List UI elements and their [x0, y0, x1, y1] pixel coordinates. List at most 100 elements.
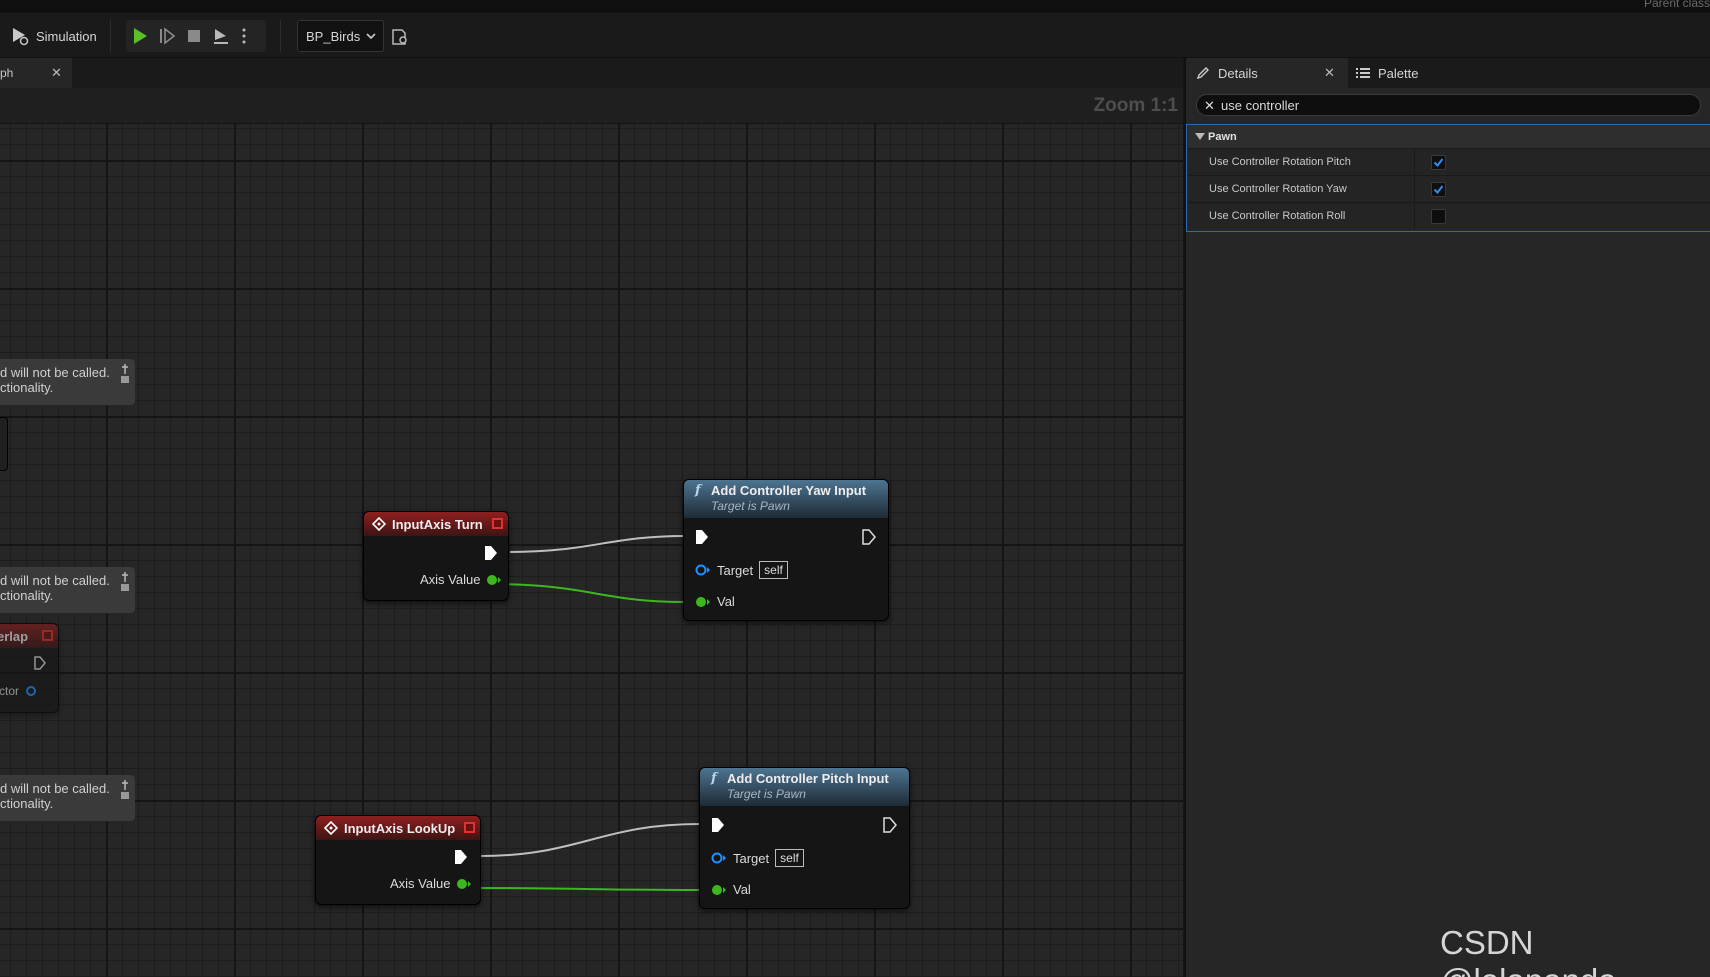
pin-label: Axis Value	[420, 572, 481, 587]
event-diamond-icon	[324, 821, 338, 835]
tab-details[interactable]: Details ✕	[1186, 58, 1348, 88]
property-label: Use Controller Rotation Pitch	[1209, 156, 1351, 168]
property-row: Use Controller Rotation Yaw	[1188, 175, 1710, 203]
eject-icon	[213, 29, 228, 44]
clear-search-icon[interactable]: ✕	[1204, 98, 1215, 114]
node-title: InputAxis LookUp	[344, 820, 456, 836]
inputaxis-lookup-node[interactable]: InputAxis LookUp Axis Value	[315, 815, 481, 905]
category-label: Pawn	[1208, 130, 1237, 143]
exec-pin-icon[interactable]	[484, 545, 498, 561]
object-pin-icon[interactable]	[711, 852, 727, 864]
frame-advance-button[interactable]	[153, 20, 180, 52]
pin-label: Target	[733, 850, 770, 866]
frame-advance-icon	[159, 27, 175, 45]
property-label: Use Controller Rotation Roll	[1209, 210, 1346, 222]
property-row: Use Controller Rotation Pitch	[1188, 148, 1710, 176]
watermark-text: CSDN @lalapanda	[1440, 924, 1617, 977]
add-controller-pitch-input-node[interactable]: f Add Controller Pitch Input Target is P…	[699, 767, 910, 909]
play-controls	[126, 20, 266, 52]
target-pin-row: Target self	[711, 849, 804, 867]
more-options-button[interactable]	[234, 20, 254, 52]
toolbar-divider	[280, 20, 281, 52]
float-pin-icon[interactable]	[486, 574, 502, 586]
tab-label: Details	[1218, 65, 1258, 81]
delegate-pin-icon[interactable]	[464, 822, 475, 833]
column-divider[interactable]	[1414, 149, 1415, 176]
palette-list-icon	[1356, 68, 1370, 78]
float-wire	[487, 583, 686, 603]
stop-icon	[187, 30, 200, 42]
node-title: InputAxis Turn	[392, 516, 483, 532]
checkmark-icon	[1433, 185, 1444, 195]
eject-button[interactable]	[207, 20, 234, 52]
main-toolbar: Simulation BP_Birds	[0, 14, 1710, 58]
column-divider[interactable]	[1414, 203, 1415, 230]
pin-label: Val	[717, 594, 735, 609]
simulation-button[interactable]: Simulation	[6, 22, 101, 50]
collapse-triangle-icon[interactable]	[1195, 133, 1205, 140]
title-strip: Parent class	[0, 0, 1710, 14]
event-graph-canvas[interactable]: ph ✕ Zoom 1:1 d will not be called. ctio…	[0, 58, 1183, 977]
tab-label: Palette	[1378, 65, 1419, 81]
add-controller-yaw-input-node[interactable]: f Add Controller Yaw Input Target is Paw…	[683, 479, 889, 621]
debug-object-dropdown[interactable]: BP_Birds	[297, 20, 384, 52]
play-icon	[133, 28, 147, 44]
use-controller-rotation-yaw-checkbox[interactable]	[1431, 182, 1446, 197]
use-controller-rotation-pitch-checkbox[interactable]	[1431, 155, 1446, 170]
graph-wires	[457, 535, 701, 891]
tab-palette[interactable]: Palette	[1356, 58, 1418, 88]
function-icon: f	[711, 771, 717, 786]
more-options-icon	[242, 28, 246, 44]
dropdown-value: BP_Birds	[306, 28, 361, 44]
exec-out-pin-icon[interactable]	[862, 529, 876, 545]
axis-value-pin-row: Axis Value	[420, 572, 502, 587]
node-title: Add Controller Yaw Input	[711, 483, 867, 498]
pin-label: Target	[717, 562, 754, 578]
object-pin-icon[interactable]	[695, 564, 711, 576]
simulation-label: Simulation	[36, 28, 97, 44]
play-button[interactable]	[126, 20, 153, 52]
exec-pin-icon[interactable]	[454, 849, 468, 865]
float-pin-icon[interactable]	[711, 884, 727, 896]
pin-label: Axis Value	[390, 876, 451, 891]
property-row: Use Controller Rotation Roll	[1188, 202, 1710, 230]
target-default-value[interactable]: self	[775, 849, 804, 867]
stop-button[interactable]	[180, 20, 207, 52]
exec-out-pin-icon[interactable]	[883, 817, 897, 833]
target-pin-row: Target self	[695, 561, 788, 579]
float-pin-icon[interactable]	[695, 596, 711, 608]
inputaxis-turn-node[interactable]: InputAxis Turn Axis Value	[363, 511, 509, 601]
target-default-value[interactable]: self	[759, 561, 788, 579]
val-pin-row: Val	[711, 882, 751, 897]
property-label: Use Controller Rotation Yaw	[1209, 183, 1347, 195]
search-value: use controller	[1221, 97, 1300, 113]
column-divider[interactable]	[1414, 176, 1415, 203]
debug-object-icon[interactable]	[390, 27, 410, 47]
parent-class-label: Parent class	[1643, 0, 1710, 10]
details-panel: Details ✕ Palette ✕ use controller Pawn …	[1184, 58, 1710, 977]
axis-value-pin-row: Axis Value	[390, 876, 472, 891]
checkmark-icon	[1433, 158, 1444, 168]
exec-wire	[509, 535, 686, 553]
details-tab-bar: Details ✕ Palette	[1186, 58, 1710, 88]
delegate-pin-icon[interactable]	[492, 518, 503, 529]
event-diamond-icon	[372, 517, 386, 531]
exec-wire	[479, 823, 701, 857]
use-controller-rotation-roll-checkbox[interactable]	[1431, 209, 1446, 224]
float-wire	[457, 887, 701, 891]
chevron-down-icon	[366, 33, 376, 40]
pin-label: Val	[733, 882, 751, 897]
close-icon[interactable]: ✕	[1324, 65, 1335, 81]
function-icon: f	[695, 483, 701, 498]
toolbar-divider	[110, 20, 111, 52]
node-title: Add Controller Pitch Input	[727, 771, 889, 786]
pencil-icon	[1196, 67, 1209, 80]
float-pin-icon[interactable]	[456, 878, 472, 890]
details-search-input[interactable]: ✕ use controller	[1196, 94, 1701, 116]
simulation-icon	[13, 28, 29, 46]
pawn-category: Pawn Use Controller Rotation Pitch Use C…	[1188, 124, 1710, 292]
exec-pin-icon[interactable]	[695, 529, 709, 545]
val-pin-row: Val	[695, 594, 735, 609]
category-header[interactable]: Pawn	[1188, 124, 1710, 148]
exec-pin-icon[interactable]	[711, 817, 725, 833]
